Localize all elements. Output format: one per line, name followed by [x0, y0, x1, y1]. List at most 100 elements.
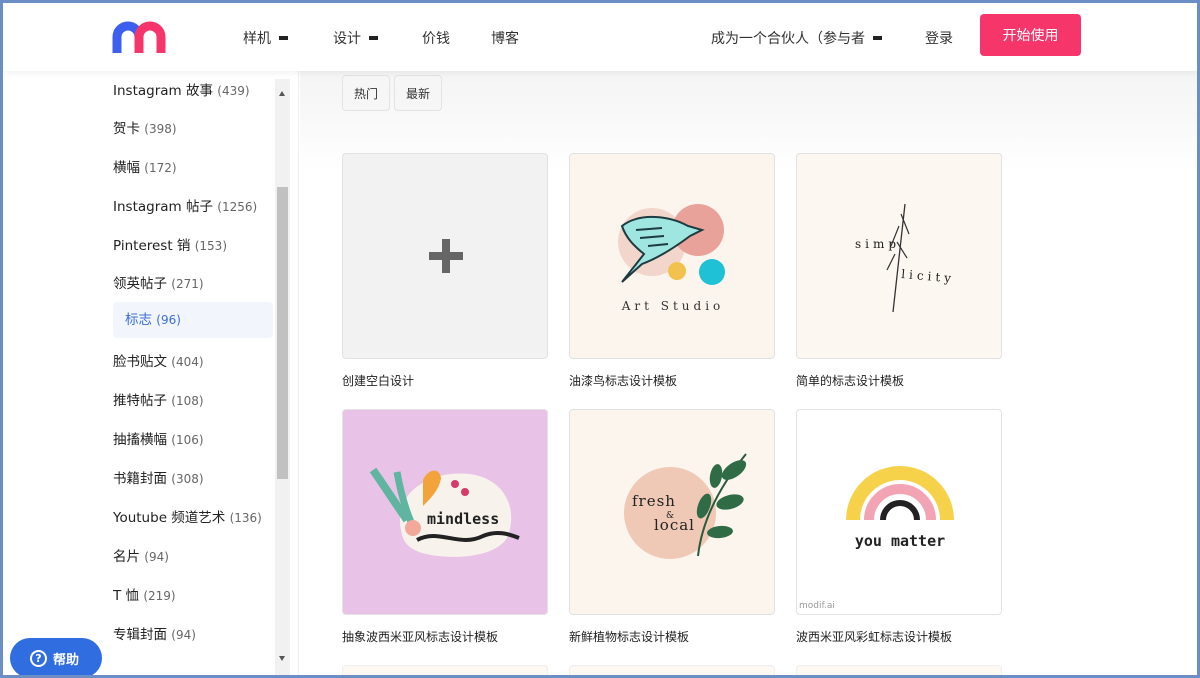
- card-label[interactable]: 简单的标志设计模板: [796, 372, 904, 389]
- filter-newest[interactable]: 最新: [394, 75, 443, 111]
- nav-partner[interactable]: 成为一个合伙人（参与者: [711, 28, 882, 48]
- caret-icon: [279, 36, 288, 40]
- card-label[interactable]: 抽象波西米亚风标志设计模板: [342, 628, 498, 645]
- category-name: T 恤: [113, 588, 140, 604]
- card-label[interactable]: 油漆鸟标志设计模板: [569, 372, 677, 389]
- bird-logo-preview: Art Studio: [618, 204, 725, 313]
- category-count: (271): [171, 277, 204, 291]
- mindless-logo-preview: mindless: [369, 467, 520, 557]
- scroll-down-icon[interactable]: [279, 656, 285, 661]
- card-label[interactable]: 创建空白设计: [342, 372, 414, 389]
- category-item[interactable]: T 恤 (219): [113, 584, 176, 604]
- template-card[interactable]: simp licity: [796, 153, 1002, 359]
- caret-icon: [873, 36, 882, 40]
- template-card[interactable]: you matter modif.ai: [796, 409, 1002, 615]
- logo-text: Art Studio: [621, 299, 725, 313]
- nav-partner-label: 成为一个合伙人（参与者: [711, 31, 865, 47]
- scroll-up-icon[interactable]: [279, 91, 285, 96]
- logo-text: local: [654, 516, 695, 534]
- top-header: 样机 设计 价钱 博客 成为一个合伙人（参与者 登录 开始使用: [3, 3, 1197, 71]
- logo-text: fresh: [632, 492, 676, 510]
- category-name: 贺卡: [113, 121, 140, 137]
- you-matter-logo-preview: you matter: [846, 466, 954, 550]
- category-name: 领英帖子: [113, 276, 167, 292]
- category-name: Instagram 帖子: [113, 199, 213, 215]
- category-count: (94): [171, 628, 196, 642]
- category-item[interactable]: 书籍封面 (308): [113, 467, 204, 487]
- login-link[interactable]: 登录: [925, 28, 953, 48]
- category-sidebar: Instagram 故事 (439) 贺卡 (398) 横幅 (172) Ins…: [3, 71, 299, 675]
- category-item[interactable]: 名片 (94): [113, 545, 169, 565]
- plus-icon: [442, 239, 450, 273]
- template-card[interactable]: fresh & local: [569, 409, 775, 615]
- category-name: 推特帖子: [113, 393, 167, 409]
- category-item[interactable]: 推特帖子 (108): [113, 389, 204, 409]
- category-item[interactable]: 横幅 (172): [113, 156, 177, 176]
- category-count: (308): [171, 472, 204, 486]
- nav-design-label: 设计: [333, 31, 361, 47]
- category-count: (96): [156, 313, 181, 327]
- category-name: 书籍封面: [113, 471, 167, 487]
- help-label: 帮助: [53, 652, 80, 668]
- template-card[interactable]: [342, 665, 548, 675]
- simplicity-logo-preview: simp licity: [855, 203, 956, 313]
- category-item[interactable]: 专辑封面 (94): [113, 623, 196, 643]
- logo-text: mindless: [427, 510, 499, 528]
- category-count: (106): [171, 433, 204, 447]
- nav-blog-label: 博客: [491, 31, 519, 47]
- nav-design[interactable]: 设计: [333, 28, 378, 48]
- fresh-local-logo-preview: fresh & local: [624, 453, 747, 559]
- category-count: (1256): [217, 200, 258, 214]
- card-label[interactable]: 新鲜植物标志设计模板: [569, 628, 689, 645]
- category-item[interactable]: 贺卡 (398): [113, 117, 177, 137]
- category-count: (404): [171, 355, 204, 369]
- template-card[interactable]: Art Studio: [569, 153, 775, 359]
- category-name: Instagram 故事: [113, 83, 213, 99]
- category-name: 抽搐横幅: [113, 432, 167, 448]
- category-count: (94): [144, 550, 169, 564]
- category-name: 脸书贴文: [113, 354, 167, 370]
- category-item[interactable]: Youtube 频道艺术 (136): [113, 506, 262, 526]
- nav-pricing[interactable]: 价钱: [422, 28, 450, 48]
- template-gallery: 热门 最新 创建空白设计 Art Studio 油漆鸟标志设计模板 simp l…: [300, 71, 1197, 675]
- category-count: (398): [144, 122, 177, 136]
- card-label[interactable]: 波西米亚风彩虹标志设计模板: [796, 628, 952, 645]
- help-button[interactable]: ? 帮助: [10, 638, 102, 678]
- category-name: 标志: [125, 312, 152, 328]
- category-count: (136): [229, 511, 262, 525]
- category-item[interactable]: 抽搐横幅 (106): [113, 428, 204, 448]
- category-name: Youtube 频道艺术: [113, 510, 226, 526]
- watermark-text: modif.ai: [799, 601, 835, 611]
- caret-icon: [369, 36, 378, 40]
- nav-blog[interactable]: 博客: [491, 28, 519, 48]
- template-card[interactable]: [569, 665, 775, 675]
- category-item[interactable]: Instagram 帖子 (1256): [113, 195, 257, 215]
- logo-text: licity: [901, 267, 956, 286]
- nav-mockups-label: 样机: [243, 31, 271, 47]
- category-name: 专辑封面: [113, 627, 167, 643]
- category-count: (219): [143, 589, 176, 603]
- category-count: (108): [171, 394, 204, 408]
- nav-mockups[interactable]: 样机: [243, 28, 288, 48]
- template-card[interactable]: [796, 665, 1002, 675]
- sidebar-scrollbar[interactable]: [275, 79, 290, 675]
- category-item[interactable]: Instagram 故事 (439): [113, 79, 250, 99]
- logo-text: you matter: [855, 532, 945, 550]
- category-name: 名片: [113, 549, 140, 565]
- category-item-active[interactable]: 标志 (96): [113, 302, 273, 338]
- filter-popular[interactable]: 热门: [342, 75, 391, 111]
- category-count: (439): [217, 84, 250, 98]
- template-card[interactable]: mindless: [342, 409, 548, 615]
- logo-text: simp: [855, 237, 900, 251]
- category-count: (153): [194, 239, 228, 253]
- create-blank-card[interactable]: [342, 153, 548, 359]
- category-item[interactable]: 领英帖子 (271): [113, 272, 204, 292]
- get-started-button[interactable]: 开始使用: [980, 14, 1081, 56]
- scroll-thumb[interactable]: [277, 187, 288, 479]
- category-name: 横幅: [113, 160, 140, 176]
- logo-icon[interactable]: [111, 19, 175, 55]
- category-item[interactable]: 脸书贴文 (404): [113, 350, 204, 370]
- category-item[interactable]: Pinterest 销 (153): [113, 234, 227, 254]
- nav-pricing-label: 价钱: [422, 31, 450, 47]
- question-icon: ?: [30, 649, 47, 667]
